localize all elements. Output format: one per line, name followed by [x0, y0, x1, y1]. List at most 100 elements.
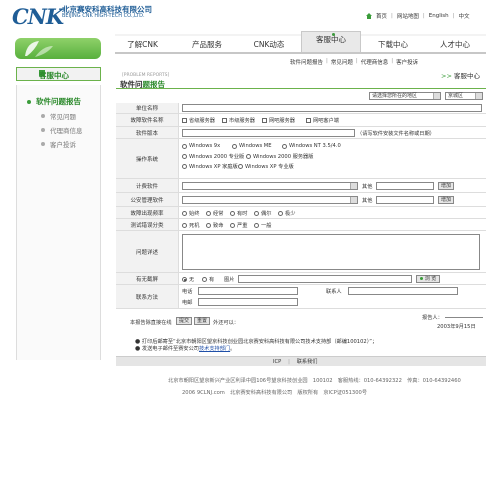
submit-button[interactable]: 提交 [176, 317, 192, 325]
software-opt-province[interactable]: 省级服务器 [182, 117, 215, 124]
radio-icon [182, 223, 187, 228]
security-add-button[interactable]: 增加 [438, 196, 454, 204]
subnav-agents[interactable]: 代理商信息 [361, 58, 389, 66]
row-version: 软件版本 （请写软件安装文件名称或日期） [116, 127, 486, 139]
nav-about[interactable]: 了解CNK [115, 36, 170, 54]
screenshot-opt-no[interactable]: 无 [182, 276, 194, 283]
logo[interactable]: CNK [12, 4, 64, 29]
breadcrumb: >> 客服中心 [441, 70, 480, 80]
sitemap-link[interactable]: 网站地图 [397, 12, 419, 20]
radio-icon [182, 154, 187, 159]
email-input[interactable] [198, 298, 298, 306]
os-opt-me[interactable]: Windows ME [232, 143, 272, 149]
sev-opt-crash[interactable]: 死机 [182, 222, 199, 229]
reset-button[interactable]: 重置 [194, 317, 210, 325]
arrow-icon: >> [441, 72, 452, 80]
billing-other-input[interactable] [376, 182, 434, 190]
row-frequency: 故障出现频率 始终 经常 有时 偶尔 极少 [116, 207, 486, 219]
os-opt-xppro[interactable]: Windows XP 专业版 [238, 163, 294, 170]
checkbox-icon [262, 118, 267, 123]
billing-select[interactable] [182, 182, 358, 190]
region-select[interactable]: 请选择您所在的地区 [369, 92, 441, 100]
os-opt-2000server[interactable]: Windows 2000 服务器版 [246, 153, 313, 160]
details-label: 问题详述 [116, 231, 179, 272]
person-input[interactable] [348, 287, 458, 295]
security-select[interactable] [182, 196, 358, 204]
os-opt-xphome[interactable]: Windows XP 家庭版 [182, 163, 238, 170]
section-title-en: [PROBLEM REPORTS] [122, 73, 170, 78]
unit-input[interactable] [182, 104, 482, 112]
report-date: 2003年9月15日 [437, 324, 476, 330]
support-link[interactable]: 技术支持部门 [199, 346, 230, 352]
security-label: 公安管理软件 [116, 193, 179, 206]
freq-opt-often[interactable]: 经常 [206, 210, 223, 217]
chinese-link[interactable]: 中文 [458, 12, 469, 20]
image-path-input[interactable] [238, 275, 412, 283]
breadcrumb-text: 客服中心 [453, 72, 480, 80]
reporter-label: 报告人： [422, 315, 443, 321]
details-textarea[interactable] [182, 234, 480, 270]
freq-opt-rarely[interactable]: 极少 [278, 210, 295, 217]
subnav-report[interactable]: 软件问题报告 [290, 58, 323, 66]
sidebar-banner [15, 38, 101, 59]
sidebar-item-faq[interactable]: 常见问题 [41, 111, 76, 121]
home-link[interactable]: 首页 [376, 12, 387, 20]
sidebar-title-text: 客服中心 [39, 71, 69, 80]
radio-icon [230, 223, 235, 228]
version-label: 软件版本 [116, 127, 179, 138]
row-software: 故障软件名称 省级服务器 市级服务器 网吧服务器 网吧客户端 [116, 114, 486, 127]
contact-link[interactable]: 联系我们 [297, 359, 318, 365]
sev-opt-severe[interactable]: 严重 [230, 222, 247, 229]
sev-opt-fatal[interactable]: 致命 [206, 222, 223, 229]
company-name-en: BEIJING CNK HIGH-TECH CO.,LTD. [62, 13, 145, 19]
email-label: 电邮 [182, 300, 193, 306]
os-label: 操作系统 [116, 139, 179, 178]
security-other-input[interactable] [376, 196, 434, 204]
sev-opt-normal[interactable]: 一般 [254, 222, 271, 229]
browse-button[interactable]: 浏 览 [416, 275, 440, 283]
nav-news[interactable]: CNK动态 [239, 36, 299, 54]
sub-nav: 软件问题报告 | 常见问题 | 代理商信息 | 客户投诉 [290, 58, 419, 66]
radio-icon [254, 223, 259, 228]
submit-text-pre: 本报告除直接在线 [130, 320, 172, 326]
os-opt-9x[interactable]: Windows 9x [182, 143, 220, 149]
subnav-complaints[interactable]: 客户投诉 [396, 58, 418, 66]
nav-jobs[interactable]: 人才中心 [425, 36, 485, 54]
billing-add-button[interactable]: 增加 [438, 182, 454, 190]
sidebar-item-report[interactable]: 软件问题报告 [27, 96, 81, 107]
sidebar-item-complaints[interactable]: 客户投诉 [41, 139, 76, 149]
radio-icon [182, 211, 187, 216]
bullet-icon [41, 114, 45, 118]
subnav-faq[interactable]: 常见问题 [331, 58, 353, 66]
freq-opt-sometimes[interactable]: 有时 [230, 210, 247, 217]
os-opt-2000pro[interactable]: Windows 2000 专业版 [182, 153, 244, 160]
screenshot-label: 有无截屏 [116, 273, 179, 284]
software-opt-netbar-client[interactable]: 网吧客户端 [306, 117, 339, 124]
bullet-icon: ● [135, 345, 141, 352]
phone-input[interactable] [198, 287, 298, 295]
divider [116, 88, 486, 89]
freq-opt-always[interactable]: 始终 [182, 210, 199, 217]
image-label: 图片 [224, 277, 235, 283]
radio-icon [202, 277, 207, 282]
english-link[interactable]: English [429, 13, 449, 19]
checkbox-icon [222, 118, 227, 123]
province-select[interactable]: 京城区 [445, 92, 483, 100]
nav-products[interactable]: 产品服务 [177, 36, 237, 54]
nav-service[interactable]: 客服中心 [301, 31, 361, 52]
row-severity: 测试错误分类 死机 致命 严重 一般 [116, 219, 486, 231]
os-opt-nt[interactable]: Windows NT 3.5/4.0 [282, 143, 341, 149]
icp-link[interactable]: ICP [273, 359, 281, 365]
bullet-icon [41, 128, 45, 132]
sidebar-item-agents[interactable]: 代理商信息 [41, 125, 83, 135]
row-security: 公安管理软件 其他 增加 [116, 193, 486, 207]
radio-icon [182, 143, 187, 149]
software-opt-netbar-server[interactable]: 网吧服务器 [262, 117, 295, 124]
software-opt-city[interactable]: 市级服务器 [222, 117, 255, 124]
screenshot-opt-yes[interactable]: 有 [202, 276, 214, 283]
version-input[interactable] [182, 129, 355, 137]
nav-download[interactable]: 下载中心 [363, 36, 423, 54]
row-unit: 单位名称 [116, 103, 486, 114]
reporter-input[interactable] [445, 313, 483, 318]
freq-opt-occasionally[interactable]: 偶尔 [254, 210, 271, 217]
